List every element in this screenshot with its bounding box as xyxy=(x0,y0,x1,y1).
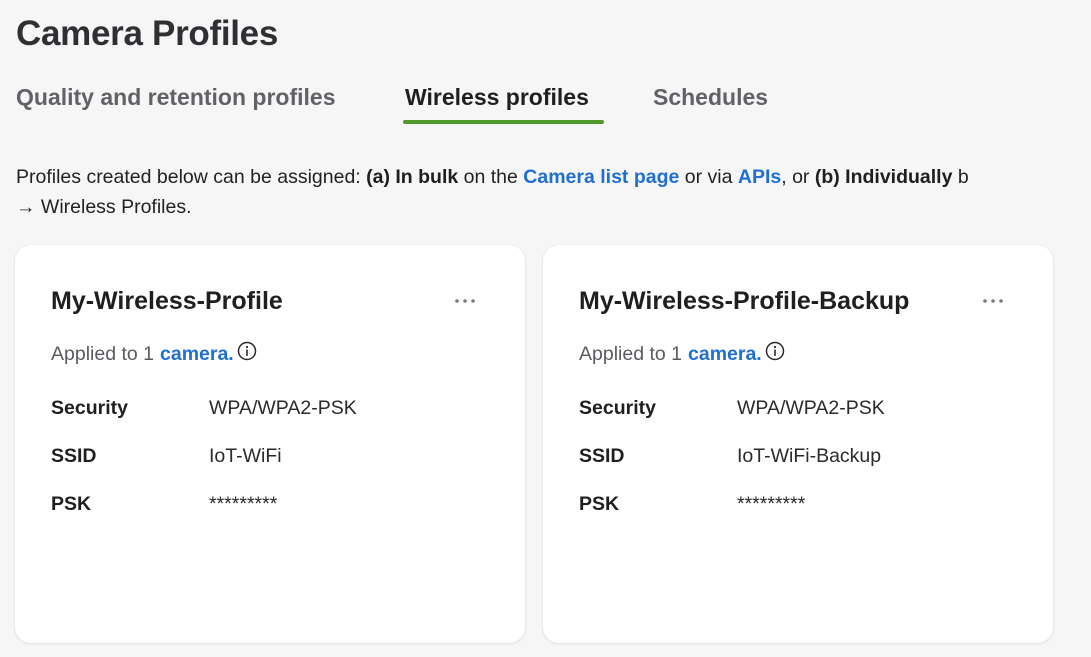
tab-bar: Quality and retention profiles Wireless … xyxy=(16,80,916,128)
intro-text-part: b xyxy=(952,166,969,188)
psk-value: ********* xyxy=(209,493,278,515)
camera-profiles-page: Camera Profiles Quality and retention pr… xyxy=(0,0,1091,657)
applied-cameras-link[interactable]: camera. xyxy=(160,343,234,366)
more-options-button[interactable] xyxy=(979,287,1007,315)
more-horizontal-icon xyxy=(455,299,475,303)
more-horizontal-icon xyxy=(983,299,1003,303)
bulk-label: (a) In bulk xyxy=(366,166,459,188)
tab-schedules[interactable]: Schedules xyxy=(653,80,768,125)
info-icon[interactable] xyxy=(237,341,257,367)
tab-wireless-profiles[interactable]: Wireless profiles xyxy=(405,80,589,125)
profile-title: My-Wireless-Profile-Backup xyxy=(579,287,910,315)
security-label: Security xyxy=(51,397,128,419)
intro-text-part: or via xyxy=(679,166,738,188)
tab-quality-retention[interactable]: Quality and retention profiles xyxy=(16,80,335,125)
applied-to: Applied to 1 camera. xyxy=(579,341,785,367)
ssid-label: SSID xyxy=(51,445,97,467)
intro-text-part: Profiles created below can be assigned: xyxy=(16,166,367,188)
active-tab-indicator xyxy=(403,120,604,124)
more-options-button[interactable] xyxy=(451,287,479,315)
intro-text-part: on the xyxy=(458,166,524,188)
info-icon[interactable] xyxy=(765,341,785,367)
psk-value: ********* xyxy=(737,493,806,515)
ssid-label: SSID xyxy=(579,445,625,467)
wireless-profile-card: My-Wireless-Profile-Backup Applied to 1 … xyxy=(543,245,1053,643)
ssid-value: IoT-WiFi xyxy=(209,445,282,467)
psk-label: PSK xyxy=(51,493,92,515)
security-label: Security xyxy=(579,397,656,419)
page-title: Camera Profiles xyxy=(16,14,279,53)
applied-prefix: Applied to 1 xyxy=(51,342,154,365)
apis-link[interactable]: APIs xyxy=(738,166,781,188)
individually-label: (b) Individually xyxy=(814,166,953,188)
profile-title: My-Wireless-Profile xyxy=(51,287,283,315)
intro-line-2: → Wireless Profiles. xyxy=(16,196,192,218)
intro-text: Profiles created below can be assigned: … xyxy=(16,162,1091,222)
applied-cameras-link[interactable]: camera. xyxy=(688,343,762,366)
wireless-profile-card: My-Wireless-Profile Applied to 1 camera.… xyxy=(15,245,525,643)
security-value: WPA/WPA2-PSK xyxy=(737,397,885,419)
applied-prefix: Applied to 1 xyxy=(579,342,682,365)
intro-text-part: , or xyxy=(781,166,815,188)
ssid-value: IoT-WiFi-Backup xyxy=(737,445,882,467)
intro-line-1: Profiles created below can be assigned: … xyxy=(16,162,1091,192)
security-value: WPA/WPA2-PSK xyxy=(209,397,357,419)
camera-list-page-link[interactable]: Camera list page xyxy=(523,166,679,188)
applied-to: Applied to 1 camera. xyxy=(51,341,257,367)
psk-label: PSK xyxy=(579,493,620,515)
